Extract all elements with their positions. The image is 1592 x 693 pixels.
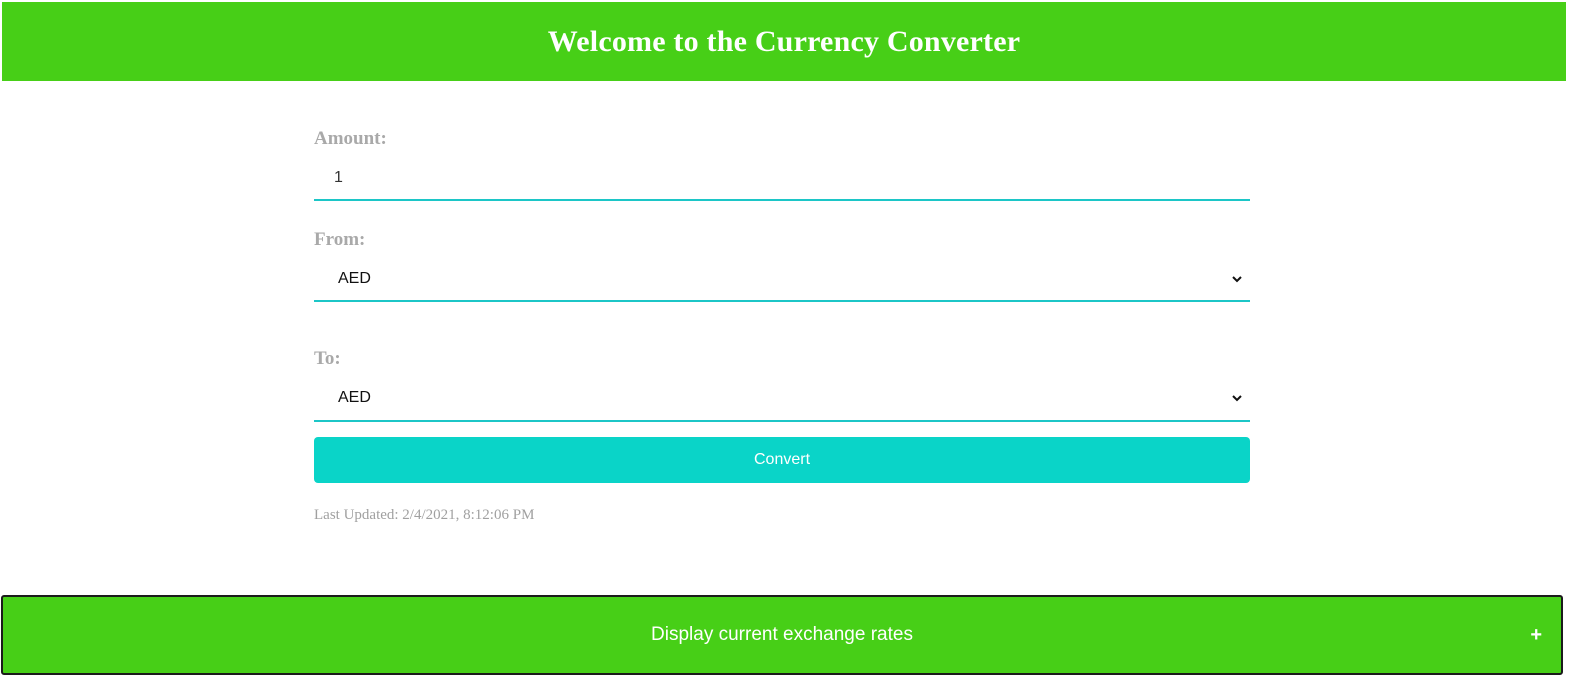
to-currency-value: AED (338, 389, 371, 406)
to-label: To: (314, 348, 341, 369)
chevron-down-icon (1232, 276, 1242, 283)
amount-input[interactable]: 1 (314, 156, 1250, 201)
plus-icon: + (1530, 624, 1542, 646)
last-updated-text: Last Updated: 2/4/2021, 8:12:06 PM (314, 507, 535, 523)
chevron-down-icon (1232, 395, 1242, 402)
exchange-rates-toggle[interactable]: Display current exchange rates + (1, 595, 1563, 675)
page-title: Welcome to the Currency Converter (547, 24, 1021, 58)
convert-button[interactable]: Convert (314, 437, 1250, 483)
exchange-rates-label: Display current exchange rates (651, 624, 913, 645)
from-currency-value: AED (338, 270, 371, 287)
to-currency-select[interactable]: AED (314, 376, 1250, 422)
from-label: From: (314, 229, 366, 250)
amount-value: 1 (334, 168, 343, 186)
page-header: Welcome to the Currency Converter (2, 2, 1566, 81)
from-currency-select[interactable]: AED (314, 258, 1250, 302)
amount-label: Amount: (314, 128, 387, 149)
